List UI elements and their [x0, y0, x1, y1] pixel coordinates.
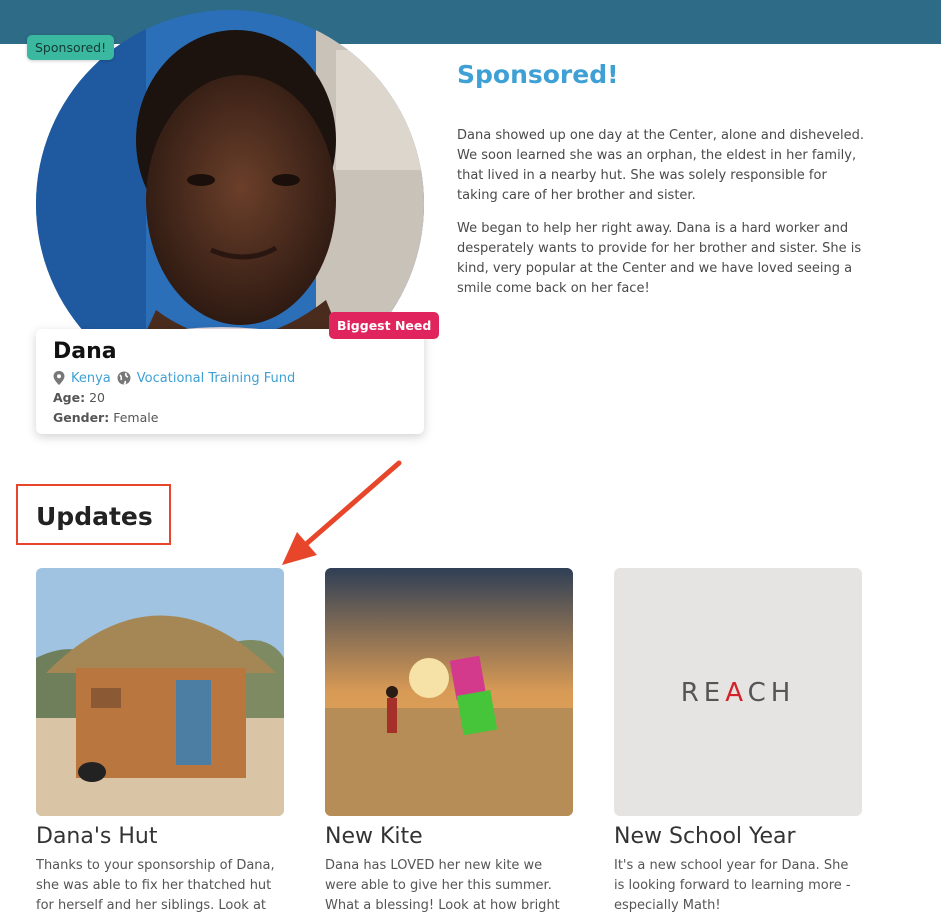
- update-excerpt: It's a new school year for Dana. She is …: [614, 858, 851, 913]
- reach-logo: REACH: [681, 678, 796, 708]
- update-thumbnail[interactable]: [325, 568, 573, 816]
- update-title[interactable]: New School Year: [614, 822, 862, 852]
- story-title: Sponsored!: [457, 60, 619, 89]
- gender-row: Gender: Female: [53, 410, 159, 425]
- story-paragraph: We began to help her right away. Dana is…: [457, 221, 862, 296]
- story-body: Dana showed up one day at the Center, al…: [457, 126, 867, 312]
- globe-icon: [117, 371, 131, 385]
- story-paragraph: Dana showed up one day at the Center, al…: [457, 128, 865, 203]
- update-excerpt: Thanks to your sponsorship of Dana, she …: [36, 858, 275, 913]
- age-row: Age: 20: [53, 390, 105, 405]
- update-title[interactable]: New Kite: [325, 822, 573, 852]
- update-excerpt: Dana has LOVED her new kite we were able…: [325, 858, 560, 913]
- update-thumbnail[interactable]: REACH: [614, 568, 862, 816]
- update-card-huts[interactable]: Dana's Hut Thanks to your sponsorship of…: [36, 568, 284, 916]
- country-link[interactable]: Kenya: [71, 371, 111, 386]
- child-name: Dana: [53, 339, 117, 364]
- updates-heading: Updates: [36, 502, 153, 531]
- biggest-need-badge: Biggest Need: [329, 312, 440, 339]
- update-thumbnail[interactable]: [36, 568, 284, 816]
- sponsored-status-pill: Sponsored!: [27, 35, 115, 60]
- update-card-kite[interactable]: New Kite Dana has LOVED her new kite we …: [325, 568, 573, 916]
- update-card-school[interactable]: REACH New School Year It's a new school …: [614, 568, 862, 916]
- update-title[interactable]: Dana's Hut: [36, 822, 284, 852]
- fund-link[interactable]: Vocational Training Fund: [137, 371, 296, 386]
- map-pin-icon: [53, 371, 65, 385]
- child-info-card: Dana Kenya Vocational Training Fund Age:…: [36, 329, 424, 434]
- location-row: Kenya Vocational Training Fund: [53, 370, 407, 386]
